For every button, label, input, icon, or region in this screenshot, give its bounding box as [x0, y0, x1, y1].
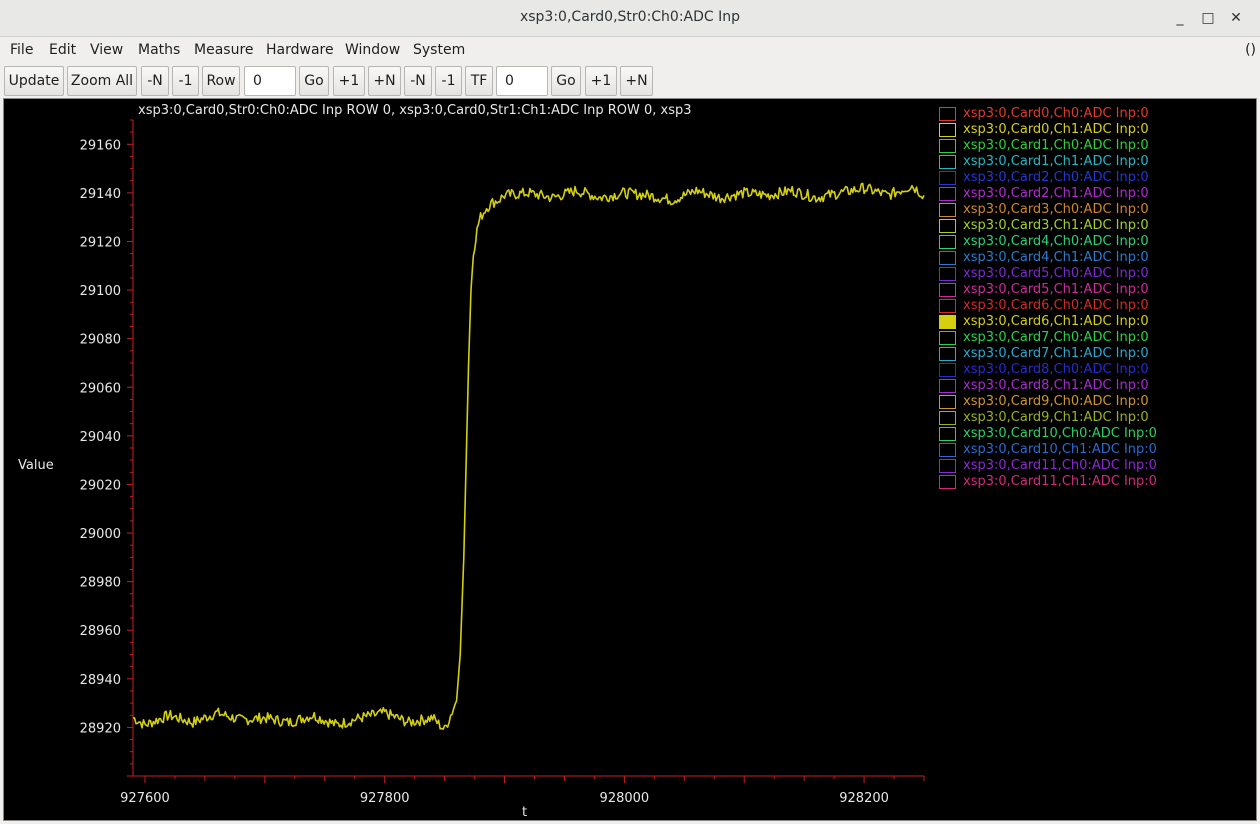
legend-entry[interactable]: xsp3:0,Card5,Ch0:ADC Inp:0 — [939, 266, 1179, 282]
chart-title: xsp3:0,Card0,Str0:Ch0:ADC Inp ROW 0, xsp… — [138, 103, 692, 118]
y-tick-label: 29120 — [80, 235, 121, 250]
legend-swatch[interactable] — [939, 379, 956, 393]
legend-entry[interactable]: xsp3:0,Card9,Ch1:ADC Inp:0 — [939, 410, 1179, 426]
legend-swatch[interactable] — [939, 267, 956, 281]
legend-entry[interactable]: xsp3:0,Card11,Ch0:ADC Inp:0 — [939, 458, 1179, 474]
legend-label: xsp3:0,Card2,Ch1:ADC Inp:0 — [963, 186, 1149, 201]
legend-label: xsp3:0,Card7,Ch0:ADC Inp:0 — [963, 330, 1149, 345]
y-tick-label: 29080 — [80, 333, 121, 348]
legend-label: xsp3:0,Card1,Ch1:ADC Inp:0 — [963, 154, 1149, 169]
legend-label: xsp3:0,Card9,Ch1:ADC Inp:0 — [963, 410, 1149, 425]
legend-entry[interactable]: xsp3:0,Card10,Ch0:ADC Inp:0 — [939, 426, 1179, 442]
legend-entry[interactable]: xsp3:0,Card3,Ch0:ADC Inp:0 — [939, 202, 1179, 218]
y-axis-label: Value — [18, 458, 54, 473]
legend-entry[interactable]: xsp3:0,Card4,Ch1:ADC Inp:0 — [939, 250, 1179, 266]
legend-swatch[interactable] — [939, 187, 956, 201]
legend-entry[interactable]: xsp3:0,Card10,Ch1:ADC Inp:0 — [939, 442, 1179, 458]
legend-label: xsp3:0,Card6,Ch1:ADC Inp:0 — [963, 314, 1149, 329]
y-tick-label: 28980 — [80, 576, 121, 591]
legend-label: xsp3:0,Card3,Ch0:ADC Inp:0 — [963, 202, 1149, 217]
legend-label: xsp3:0,Card2,Ch0:ADC Inp:0 — [963, 170, 1149, 185]
y-tick-label: 28920 — [80, 721, 121, 736]
legend-swatch[interactable] — [939, 411, 956, 425]
legend-entry[interactable]: xsp3:0,Card7,Ch0:ADC Inp:0 — [939, 330, 1179, 346]
legend-swatch[interactable] — [939, 395, 956, 409]
legend-label: xsp3:0,Card1,Ch0:ADC Inp:0 — [963, 138, 1149, 153]
legend-entry[interactable]: xsp3:0,Card2,Ch1:ADC Inp:0 — [939, 186, 1179, 202]
x-tick-label: 928000 — [600, 791, 650, 806]
legend-swatch[interactable] — [939, 459, 956, 473]
y-tick-label: 29160 — [80, 138, 121, 153]
legend-entry[interactable]: xsp3:0,Card1,Ch0:ADC Inp:0 — [939, 138, 1179, 154]
series-layer — [132, 182, 925, 731]
x-tick-label: 927600 — [120, 791, 170, 806]
legend-entry[interactable]: xsp3:0,Card6,Ch0:ADC Inp:0 — [939, 298, 1179, 314]
legend-label: xsp3:0,Card11,Ch0:ADC Inp:0 — [963, 458, 1157, 473]
legend-swatch[interactable] — [939, 315, 956, 329]
legend-label: xsp3:0,Card10,Ch1:ADC Inp:0 — [963, 442, 1157, 457]
legend-entry[interactable]: xsp3:0,Card2,Ch0:ADC Inp:0 — [939, 170, 1179, 186]
legend-entry[interactable]: xsp3:0,Card8,Ch1:ADC Inp:0 — [939, 378, 1179, 394]
y-tick-label: 29100 — [80, 284, 121, 299]
legend-label: xsp3:0,Card6,Ch0:ADC Inp:0 — [963, 298, 1149, 313]
y-tick-label: 28940 — [80, 673, 121, 688]
legend-label: xsp3:0,Card5,Ch1:ADC Inp:0 — [963, 282, 1149, 297]
legend-swatch[interactable] — [939, 475, 956, 489]
legend-swatch[interactable] — [939, 155, 956, 169]
legend-swatch[interactable] — [939, 139, 956, 153]
legend-swatch[interactable] — [939, 203, 956, 217]
legend-swatch[interactable] — [939, 347, 956, 361]
y-tick-label: 29000 — [80, 527, 121, 542]
legend-entry[interactable]: xsp3:0,Card8,Ch0:ADC Inp:0 — [939, 362, 1179, 378]
legend-swatch[interactable] — [939, 331, 956, 345]
y-tick-label: 29060 — [80, 381, 121, 396]
legend-label: xsp3:0,Card4,Ch1:ADC Inp:0 — [963, 250, 1149, 265]
legend-swatch[interactable] — [939, 363, 956, 377]
legend-label: xsp3:0,Card8,Ch1:ADC Inp:0 — [963, 378, 1149, 393]
legend-entry[interactable]: xsp3:0,Card6,Ch1:ADC Inp:0 — [939, 314, 1179, 330]
legend-label: xsp3:0,Card0,Ch1:ADC Inp:0 — [963, 122, 1149, 137]
legend-label: xsp3:0,Card10,Ch0:ADC Inp:0 — [963, 426, 1157, 441]
legend-entry[interactable]: xsp3:0,Card11,Ch1:ADC Inp:0 — [939, 474, 1179, 490]
legend-swatch[interactable] — [939, 107, 956, 121]
y-tick-label: 29040 — [80, 430, 121, 445]
legend-swatch[interactable] — [939, 235, 956, 249]
legend-entry[interactable]: xsp3:0,Card1,Ch1:ADC Inp:0 — [939, 154, 1179, 170]
legend-entry[interactable]: xsp3:0,Card3,Ch1:ADC Inp:0 — [939, 218, 1179, 234]
legend-entry[interactable]: xsp3:0,Card4,Ch0:ADC Inp:0 — [939, 234, 1179, 250]
legend-entry[interactable]: xsp3:0,Card0,Ch0:ADC Inp:0 — [939, 106, 1179, 122]
legend-swatch[interactable] — [939, 299, 956, 313]
x-tick-label: 927800 — [360, 791, 410, 806]
axes: 28920 28940 28960 28980 29000 29020 29040 29060… — [80, 119, 925, 806]
legend-label: xsp3:0,Card9,Ch0:ADC Inp:0 — [963, 394, 1149, 409]
legend-swatch[interactable] — [939, 283, 956, 297]
y-tick-label: 28960 — [80, 624, 121, 639]
legend-label: xsp3:0,Card4,Ch0:ADC Inp:0 — [963, 234, 1149, 249]
legend-swatch[interactable] — [939, 251, 956, 265]
x-axis-label: t — [522, 805, 527, 820]
y-tick-label: 29140 — [80, 187, 121, 202]
legend-entry[interactable]: xsp3:0,Card9,Ch0:ADC Inp:0 — [939, 394, 1179, 410]
legend-label: xsp3:0,Card7,Ch1:ADC Inp:0 — [963, 346, 1149, 361]
legend-swatch[interactable] — [939, 123, 956, 137]
legend-entry[interactable]: xsp3:0,Card0,Ch1:ADC Inp:0 — [939, 122, 1179, 138]
series-line — [132, 182, 925, 731]
legend-swatch[interactable] — [939, 219, 956, 233]
legend-entry[interactable]: xsp3:0,Card7,Ch1:ADC Inp:0 — [939, 346, 1179, 362]
legend-label: xsp3:0,Card11,Ch1:ADC Inp:0 — [963, 474, 1157, 489]
legend-swatch[interactable] — [939, 171, 956, 185]
y-tick-label: 29020 — [80, 478, 121, 493]
legend-swatch[interactable] — [939, 427, 956, 441]
legend-label: xsp3:0,Card8,Ch0:ADC Inp:0 — [963, 362, 1149, 377]
legend-swatch[interactable] — [939, 443, 956, 457]
legend-entry[interactable]: xsp3:0,Card5,Ch1:ADC Inp:0 — [939, 282, 1179, 298]
x-tick-label: 928200 — [839, 791, 889, 806]
legend-label: xsp3:0,Card3,Ch1:ADC Inp:0 — [963, 218, 1149, 233]
legend-label: xsp3:0,Card5,Ch0:ADC Inp:0 — [963, 266, 1149, 281]
legend-label: xsp3:0,Card0,Ch0:ADC Inp:0 — [963, 106, 1149, 121]
